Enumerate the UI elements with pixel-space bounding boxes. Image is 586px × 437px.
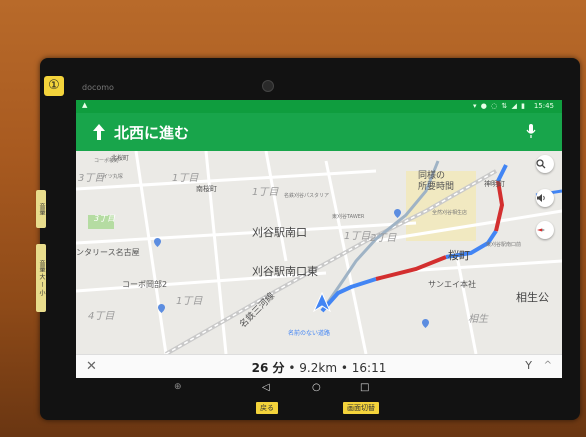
map-label: 3丁目 [94,214,116,223]
map-label: 神明町 [484,180,505,188]
tablet-screen: ▲ ▾ ● ◌ ⇅ ◢ ▮ 15:45 北西に進む コーポ桜町 北桜町 3丁目 … [76,100,562,378]
poi-marker-icon[interactable] [158,304,165,313]
route-alt-label: 同様の 所要時間 [418,171,455,192]
map-label: 1丁目 [176,296,203,307]
arrow-up-icon [93,124,105,140]
route-options-button[interactable]: Y [525,359,532,372]
map-label: 相生公 [516,291,549,304]
map-label: サンエイ本社 [428,280,476,289]
station-label-south-exit-east: 刈谷駅南口東 [252,265,318,278]
map-label: 4丁目 [88,311,115,322]
trip-eta: 16:11 [351,361,387,375]
map-label: 東刈谷駅南口前 [486,242,522,248]
poi-marker-icon[interactable] [394,209,401,218]
microphone-icon[interactable] [526,123,536,139]
map-view[interactable]: コーポ桜町 北桜町 3丁目 ハイツ丸塚 1丁目 南桜町 1丁目 名鉄刈谷パスタリ… [76,151,562,354]
home-nav-icon[interactable]: ○ [312,382,321,393]
compass-icon [537,228,545,232]
search-icon [536,159,546,169]
camera-icon [262,80,274,92]
sound-button[interactable] [536,189,554,207]
map-label: 1丁目 [252,187,279,198]
volume-icon [537,194,545,202]
side-label-volume: 音量 [36,190,46,228]
map-label: ンタリース名古屋 [76,248,140,257]
map-label: 名鉄刈谷パスタリア [284,193,330,199]
trip-summary-sheet[interactable]: ✕ 26 分 • 9.2km • 16:11 Y ^ [76,354,562,378]
status-time: 15:45 [533,102,554,110]
navigation-status-icon: ▲ [82,101,88,109]
navigation-instruction: 北西に進む [114,124,190,142]
map-label: 相生 [468,314,488,325]
road-label: 名前のない道路 [288,330,331,337]
carrier-label: docomo [82,83,114,92]
station-label-south-exit: 刈谷駅南口 [252,226,307,239]
map-label: 2丁目 [370,233,397,244]
device-sticker: ① [44,76,64,96]
poi-marker-icon[interactable] [422,319,429,328]
map-label: 1丁目 [344,231,371,242]
poi-marker-icon[interactable] [154,238,161,247]
compass-button[interactable] [536,221,554,239]
status-bar: ▲ ▾ ● ◌ ⇅ ◢ ▮ 15:45 [76,100,562,113]
search-button[interactable] [536,155,554,173]
map-label: 南桜町 [196,185,217,193]
separator: • [340,361,348,375]
map-label: 1丁目 [172,173,199,184]
map-label: ハイツ丸塚 [98,174,123,180]
map-label: 全然刈谷相生店 [432,210,468,216]
map-label: 東刈谷TAWER [332,214,365,220]
back-nav-icon[interactable]: ◁ [262,382,270,393]
map-label: 北桜町 [111,155,130,162]
side-label-volume-updown: 音量 大 ー 小 [36,244,46,312]
recent-apps-icon[interactable]: □ [360,382,369,393]
trip-duration: 26 分 [251,361,285,375]
trip-summary: 26 分 • 9.2km • 16:11 [76,359,562,376]
label-screen-switch: 画面切替 [343,402,379,414]
label-back: 戻る [256,402,278,414]
separator: • [288,361,296,375]
zoom-icon: ⊕ [174,382,182,392]
trip-distance: 9.2km [299,361,338,375]
status-icons: ▾ ● ◌ ⇅ ◢ ▮ [473,102,526,110]
map-label: 桜町 [448,249,470,262]
navigation-header[interactable]: 北西に進む [76,113,562,151]
chevron-up-icon[interactable]: ^ [544,360,552,371]
map-label: コーポ岡部2 [122,280,168,289]
